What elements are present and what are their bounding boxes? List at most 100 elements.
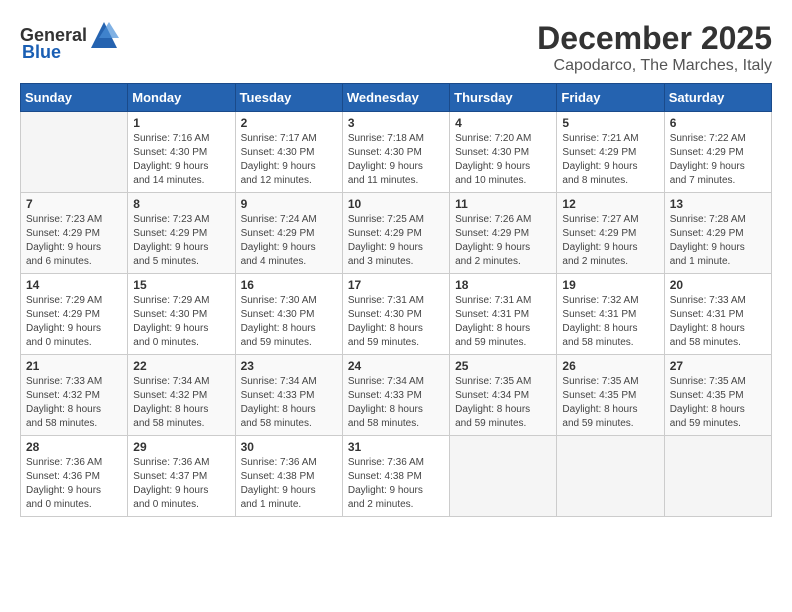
day-info: Sunrise: 7:26 AMSunset: 4:29 PMDaylight:… — [455, 213, 551, 269]
day-number: 17 — [348, 278, 444, 292]
day-number: 12 — [562, 197, 658, 211]
day-number: 14 — [26, 278, 122, 292]
day-number: 18 — [455, 278, 551, 292]
calendar-cell: 10Sunrise: 7:25 AMSunset: 4:29 PMDayligh… — [342, 193, 449, 274]
title-block: December 2025 Capodarco, The Marches, It… — [537, 20, 772, 75]
calendar-cell: 6 Sunrise: 7:22 AMSunset: 4:29 PMDaylight… — [664, 112, 771, 193]
calendar-cell: 5 Sunrise: 7:21 AMSunset: 4:29 PMDaylight… — [557, 112, 664, 193]
day-number: 19 — [562, 278, 658, 292]
day-number: 7 — [26, 197, 122, 211]
calendar-cell: 13 Sunrise: 7:28 AMSunset: 4:29 PMDayligh… — [664, 193, 771, 274]
day-info: Sunrise: 7:29 AMSunset: 4:29 PMDaylight:… — [26, 294, 122, 350]
day-info: Sunrise: 7:34 AMSunset: 4:33 PMDaylight:… — [348, 375, 444, 431]
day-number: 13 — [670, 197, 766, 211]
day-info: Sunrise: 7:36 AMSunset: 4:38 PMDaylight:… — [241, 456, 337, 512]
calendar-cell: 25 Sunrise: 7:35 AMSunset: 4:34 PMDayligh… — [450, 355, 557, 436]
logo-icon — [89, 20, 119, 50]
calendar-cell — [664, 436, 771, 517]
day-number: 27 — [670, 359, 766, 373]
weekday-header: Monday — [128, 84, 235, 112]
page-header: General Blue December 2025 Capodarco, Th… — [20, 20, 772, 75]
day-info: Sunrise: 7:35 AMSunset: 4:34 PMDaylight:… — [455, 375, 551, 431]
day-number: 9 — [241, 197, 337, 211]
location-title: Capodarco, The Marches, Italy — [537, 57, 772, 75]
day-info: Sunrise: 7:17 AMSunset: 4:30 PMDaylight:… — [241, 132, 337, 188]
day-number: 30 — [241, 440, 337, 454]
calendar-cell: 14 Sunrise: 7:29 AMSunset: 4:29 PMDayligh… — [21, 274, 128, 355]
logo-blue: Blue — [22, 42, 61, 63]
calendar-cell: 2 Sunrise: 7:17 AMSunset: 4:30 PMDaylight… — [235, 112, 342, 193]
calendar-cell — [557, 436, 664, 517]
weekday-header: Wednesday — [342, 84, 449, 112]
calendar-cell: 8 Sunrise: 7:23 AMSunset: 4:29 PMDaylight… — [128, 193, 235, 274]
day-info: Sunrise: 7:16 AMSunset: 4:30 PMDaylight:… — [133, 132, 229, 188]
weekday-header: Friday — [557, 84, 664, 112]
weekday-header: Saturday — [664, 84, 771, 112]
day-number: 2 — [241, 116, 337, 130]
weekday-header: Thursday — [450, 84, 557, 112]
day-number: 31 — [348, 440, 444, 454]
day-info: Sunrise: 7:34 AMSunset: 4:33 PMDaylight:… — [241, 375, 337, 431]
calendar-cell: 1 Sunrise: 7:16 AMSunset: 4:30 PMDaylight… — [128, 112, 235, 193]
calendar-week-row: 14 Sunrise: 7:29 AMSunset: 4:29 PMDayligh… — [21, 274, 772, 355]
calendar-cell: 31 Sunrise: 7:36 AMSunset: 4:38 PMDayligh… — [342, 436, 449, 517]
calendar-cell: 30 Sunrise: 7:36 AMSunset: 4:38 PMDayligh… — [235, 436, 342, 517]
calendar-header-row: SundayMondayTuesdayWednesdayThursdayFrid… — [21, 84, 772, 112]
day-info: Sunrise: 7:31 AMSunset: 4:31 PMDaylight:… — [455, 294, 551, 350]
day-info: Sunrise: 7:28 AMSunset: 4:29 PMDaylight:… — [670, 213, 766, 269]
day-info: Sunrise: 7:36 AMSunset: 4:38 PMDaylight:… — [348, 456, 444, 512]
day-number: 5 — [562, 116, 658, 130]
day-number: 21 — [26, 359, 122, 373]
calendar-cell: 29Sunrise: 7:36 AMSunset: 4:37 PMDayligh… — [128, 436, 235, 517]
calendar-cell: 19 Sunrise: 7:32 AMSunset: 4:31 PMDayligh… — [557, 274, 664, 355]
calendar-week-row: 1 Sunrise: 7:16 AMSunset: 4:30 PMDaylight… — [21, 112, 772, 193]
day-number: 15 — [133, 278, 229, 292]
weekday-header: Sunday — [21, 84, 128, 112]
day-info: Sunrise: 7:21 AMSunset: 4:29 PMDaylight:… — [562, 132, 658, 188]
day-number: 25 — [455, 359, 551, 373]
calendar-cell: 17Sunrise: 7:31 AMSunset: 4:30 PMDayligh… — [342, 274, 449, 355]
day-number: 11 — [455, 197, 551, 211]
day-number: 22 — [133, 359, 229, 373]
day-info: Sunrise: 7:24 AMSunset: 4:29 PMDaylight:… — [241, 213, 337, 269]
calendar-cell — [450, 436, 557, 517]
day-number: 26 — [562, 359, 658, 373]
day-number: 6 — [670, 116, 766, 130]
calendar-week-row: 21Sunrise: 7:33 AMSunset: 4:32 PMDayligh… — [21, 355, 772, 436]
day-info: Sunrise: 7:32 AMSunset: 4:31 PMDaylight:… — [562, 294, 658, 350]
calendar-cell: 20Sunrise: 7:33 AMSunset: 4:31 PMDayligh… — [664, 274, 771, 355]
day-info: Sunrise: 7:27 AMSunset: 4:29 PMDaylight:… — [562, 213, 658, 269]
calendar-cell: 9 Sunrise: 7:24 AMSunset: 4:29 PMDaylight… — [235, 193, 342, 274]
calendar-cell: 18 Sunrise: 7:31 AMSunset: 4:31 PMDayligh… — [450, 274, 557, 355]
day-info: Sunrise: 7:23 AMSunset: 4:29 PMDaylight:… — [26, 213, 122, 269]
calendar-cell: 11 Sunrise: 7:26 AMSunset: 4:29 PMDayligh… — [450, 193, 557, 274]
day-number: 28 — [26, 440, 122, 454]
day-info: Sunrise: 7:33 AMSunset: 4:31 PMDaylight:… — [670, 294, 766, 350]
day-number: 3 — [348, 116, 444, 130]
day-number: 10 — [348, 197, 444, 211]
logo: General Blue — [20, 20, 119, 63]
calendar-cell: 28 Sunrise: 7:36 AMSunset: 4:36 PMDayligh… — [21, 436, 128, 517]
day-info: Sunrise: 7:23 AMSunset: 4:29 PMDaylight:… — [133, 213, 229, 269]
day-info: Sunrise: 7:35 AMSunset: 4:35 PMDaylight:… — [670, 375, 766, 431]
day-info: Sunrise: 7:36 AMSunset: 4:37 PMDaylight:… — [133, 456, 229, 512]
calendar-cell: 24Sunrise: 7:34 AMSunset: 4:33 PMDayligh… — [342, 355, 449, 436]
calendar-cell: 23 Sunrise: 7:34 AMSunset: 4:33 PMDayligh… — [235, 355, 342, 436]
calendar-week-row: 28 Sunrise: 7:36 AMSunset: 4:36 PMDayligh… — [21, 436, 772, 517]
month-title: December 2025 — [537, 20, 772, 57]
day-info: Sunrise: 7:34 AMSunset: 4:32 PMDaylight:… — [133, 375, 229, 431]
day-info: Sunrise: 7:29 AMSunset: 4:30 PMDaylight:… — [133, 294, 229, 350]
day-number: 23 — [241, 359, 337, 373]
day-number: 16 — [241, 278, 337, 292]
calendar-cell: 16 Sunrise: 7:30 AMSunset: 4:30 PMDayligh… — [235, 274, 342, 355]
day-number: 8 — [133, 197, 229, 211]
day-info: Sunrise: 7:22 AMSunset: 4:29 PMDaylight:… — [670, 132, 766, 188]
calendar-cell: 27 Sunrise: 7:35 AMSunset: 4:35 PMDayligh… — [664, 355, 771, 436]
calendar-cell — [21, 112, 128, 193]
day-info: Sunrise: 7:36 AMSunset: 4:36 PMDaylight:… — [26, 456, 122, 512]
calendar-week-row: 7 Sunrise: 7:23 AMSunset: 4:29 PMDaylight… — [21, 193, 772, 274]
weekday-header: Tuesday — [235, 84, 342, 112]
day-info: Sunrise: 7:30 AMSunset: 4:30 PMDaylight:… — [241, 294, 337, 350]
day-info: Sunrise: 7:18 AMSunset: 4:30 PMDaylight:… — [348, 132, 444, 188]
day-number: 1 — [133, 116, 229, 130]
